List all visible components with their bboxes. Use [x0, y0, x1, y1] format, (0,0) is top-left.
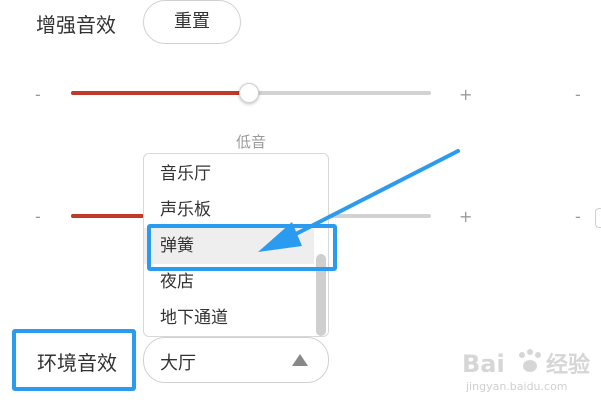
- svg-text:经验: 经验: [546, 352, 590, 378]
- watermark-url: jingyan.baidu.com: [466, 380, 568, 393]
- svg-text:Bai: Bai: [462, 350, 505, 378]
- baidu-watermark: Bai 经验 jingyan.baidu.com: [460, 340, 601, 400]
- environment-select[interactable]: 大厅: [143, 337, 329, 383]
- environment-select-value: 大厅: [160, 353, 196, 374]
- highlight-environment-label: [12, 329, 136, 391]
- triangle-up-icon: [292, 354, 308, 366]
